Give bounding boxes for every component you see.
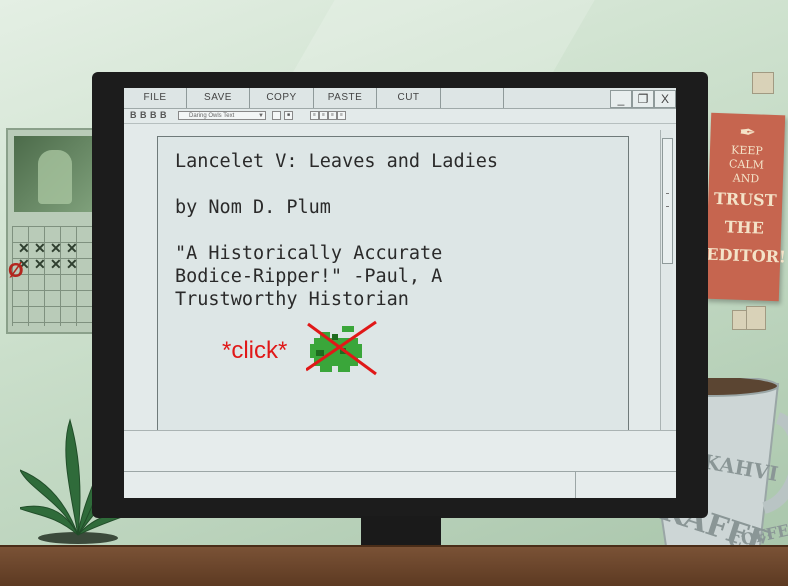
wall-calendar: ✕ ✕ ✕ ✕ ✕ ✕ ✕ ✕: [6, 128, 100, 334]
paste-button[interactable]: PASTE: [314, 88, 377, 108]
document-quote-line: Trustworthy Historian: [175, 289, 409, 310]
align-center-icon[interactable]: ≡: [319, 111, 328, 120]
calendar-cross-mark: ✕: [34, 256, 46, 272]
calendar-figure: [38, 150, 72, 204]
poster-text-trust: TRUST: [713, 188, 777, 211]
document-author: by Nom D. Plum: [175, 197, 331, 218]
calendar-cross-mark: ✕: [66, 240, 78, 256]
crossed-out-green-apple-icon[interactable]: [306, 320, 378, 376]
format-toolbar: B B B B Daring Owls Text ▼ ■ ≡ ≡ ≡ ≡: [124, 109, 676, 124]
cut-button[interactable]: CUT: [377, 88, 441, 108]
font-select-value: Daring Owls Text: [189, 113, 235, 119]
align-right-icon[interactable]: ≡: [328, 111, 337, 120]
pushpin-icon: [746, 306, 766, 330]
keep-calm-poster: ✒ KEEP CALM AND TRUST THE EDITOR!: [704, 112, 787, 302]
calendar-cross-mark: ✕: [18, 240, 30, 256]
status-bar: [124, 471, 676, 498]
document-title: Lancelet V: Leaves and Ladies: [175, 151, 499, 172]
poster-text-editor: EDITOR!: [705, 244, 787, 267]
font-size-button[interactable]: [272, 111, 281, 120]
minimize-button[interactable]: _: [610, 90, 632, 108]
bold-button[interactable]: B: [140, 110, 147, 120]
calendar-circled-day-icon: Ø: [8, 260, 24, 282]
empty-menu-slot: [441, 88, 504, 108]
calendar-photo: [14, 136, 92, 212]
bottom-panel: [124, 430, 676, 498]
document-quote-line: Bodice-Ripper!" -Paul, A: [175, 266, 443, 287]
menu-bar: FILE SAVE COPY PASTE CUT _ ❐ X: [124, 88, 676, 109]
save-button[interactable]: SAVE: [187, 88, 250, 108]
close-button[interactable]: X: [654, 90, 676, 108]
wooden-desk: [0, 545, 788, 586]
word-processor-window: FILE SAVE COPY PASTE CUT _ ❐ X B B B B D…: [124, 88, 676, 498]
scroll-grip-icon: [666, 193, 669, 207]
bold-button[interactable]: B: [160, 110, 167, 120]
document-page[interactable]: Lancelet V: Leaves and Ladies by Nom D. …: [157, 136, 629, 438]
click-sound-label: *click*: [222, 337, 288, 364]
bold-button[interactable]: B: [130, 110, 137, 120]
poster-text-the: THE: [724, 217, 765, 238]
scrollbar-thumb[interactable]: [662, 138, 673, 264]
pushpin-icon: [752, 72, 774, 94]
calendar-cross-mark: ✕: [66, 256, 78, 272]
restore-button[interactable]: ❐: [632, 90, 654, 108]
status-divider: [575, 472, 576, 498]
color-button[interactable]: ■: [284, 111, 293, 120]
calendar-cross-mark: ✕: [50, 256, 62, 272]
file-menu-button[interactable]: FILE: [124, 88, 187, 108]
copy-button[interactable]: COPY: [250, 88, 314, 108]
justify-icon[interactable]: ≡: [337, 111, 346, 120]
align-left-icon[interactable]: ≡: [310, 111, 319, 120]
quill-icon: ✒: [738, 119, 757, 145]
document-quote-line: "A Historically Accurate: [175, 243, 443, 264]
calendar-cross-mark: ✕: [34, 240, 46, 256]
bold-button[interactable]: B: [150, 110, 157, 120]
calendar-cross-mark: ✕: [50, 240, 62, 256]
font-select[interactable]: Daring Owls Text ▼: [178, 111, 266, 120]
vertical-scrollbar[interactable]: [660, 130, 673, 430]
chevron-down-icon: ▼: [258, 113, 264, 119]
